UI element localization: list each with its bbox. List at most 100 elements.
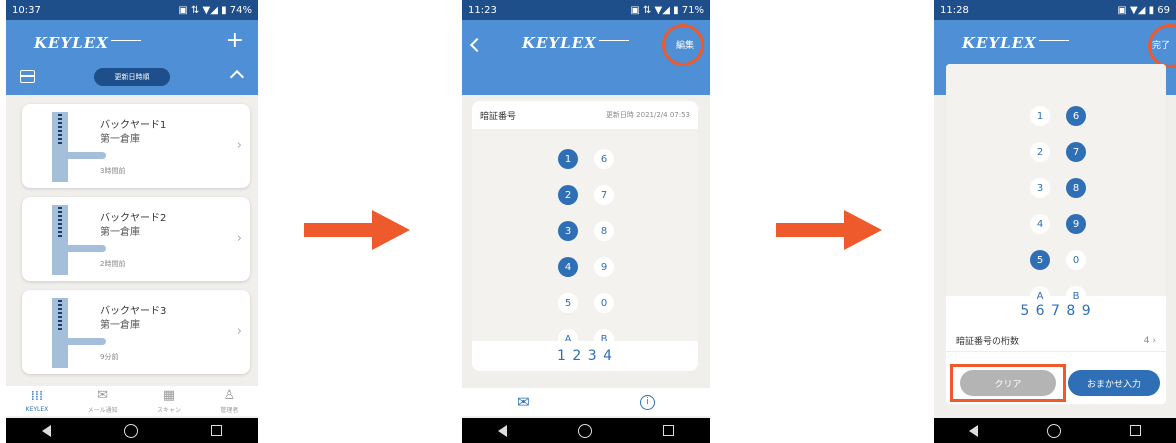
key-7: 7 bbox=[594, 185, 614, 205]
updated-timestamp: 更新日時 2021/2/4 07:53 bbox=[605, 111, 690, 119]
bottom-tab-bar: ⁞⁞⁞ KEYLEX ✉ メール通知 ▦ スキャン ♙ 管理者 bbox=[6, 386, 258, 416]
status-bar: 11:28 ▣ ▼◢ ▮ 69 bbox=[934, 0, 1176, 20]
clear-highlight-box bbox=[950, 364, 1066, 402]
status-bar: 11:23 ▣ ⇅ ▼◢ ▮ 71% bbox=[462, 0, 710, 20]
keypad: 1 6 2 7 3 8 4 9 5 0 A B bbox=[946, 64, 1166, 306]
door-lock-image bbox=[52, 205, 106, 275]
lock-name: バックヤード3 bbox=[100, 306, 167, 317]
key-6: 6 bbox=[594, 149, 614, 169]
status-time: 10:37 bbox=[12, 4, 41, 16]
app-header: KEYLEX + 更新日時順 bbox=[6, 20, 258, 95]
status-indicators: ▣ ▼◢ ▮ 69 bbox=[1117, 4, 1170, 16]
lock-card[interactable]: バックヤード1 第一倉庫 3時間前 › bbox=[22, 104, 250, 188]
qr-icon: ▦ bbox=[162, 387, 176, 403]
keypad: 1 6 2 7 3 8 4 9 5 0 A B bbox=[472, 129, 698, 349]
android-nav-bar bbox=[6, 418, 258, 443]
mail-icon: ✉ bbox=[97, 387, 109, 403]
key-1: 1 bbox=[558, 149, 578, 169]
key-0[interactable]: 0 bbox=[1066, 250, 1086, 270]
back-icon[interactable] bbox=[968, 424, 978, 437]
key-2: 2 bbox=[558, 185, 578, 205]
passcode-edit-card: 1 6 2 7 3 8 4 9 5 0 A B 5 6 7 8 9 暗証番号の桁… bbox=[946, 64, 1166, 404]
tab-scan[interactable]: ▦ スキャン bbox=[157, 387, 181, 414]
key-9[interactable]: 9 bbox=[1066, 214, 1086, 234]
auto-input-button[interactable]: おまかせ入力 bbox=[1068, 370, 1160, 396]
keylex-logo: KEYLEX bbox=[522, 34, 629, 52]
key-8: 8 bbox=[594, 221, 614, 241]
android-nav-bar bbox=[934, 418, 1176, 443]
screen-lock-list: 10:37 ▣ ⇅ ▼◢ ▮ 74% KEYLEX + 更新日時順 バックヤード… bbox=[6, 0, 258, 443]
recent-apps-icon[interactable] bbox=[210, 425, 222, 436]
key-3[interactable]: 3 bbox=[1030, 178, 1050, 198]
recent-apps-icon[interactable] bbox=[1130, 425, 1142, 436]
lock-updated: 2時間前 bbox=[100, 260, 126, 268]
key-4: 4 bbox=[558, 257, 578, 277]
flow-arrow bbox=[304, 210, 410, 250]
add-icon[interactable]: + bbox=[226, 28, 244, 53]
passcode-title: 暗証番号 bbox=[480, 111, 517, 122]
key-6[interactable]: 6 bbox=[1066, 106, 1086, 126]
screen-passcode-edit: 11:28 ▣ ▼◢ ▮ 69 KEYLEX 完了 1 6 2 7 3 8 4 … bbox=[934, 0, 1176, 443]
mail-icon[interactable]: ✉ bbox=[517, 393, 530, 411]
lock-updated: 3時間前 bbox=[100, 167, 126, 175]
lock-name: バックヤード1 bbox=[100, 120, 167, 131]
back-icon[interactable] bbox=[497, 424, 507, 437]
edit-highlight-circle bbox=[662, 24, 704, 66]
status-indicators: ▣ ⇅ ▼◢ ▮ 71% bbox=[630, 4, 704, 16]
screen-passcode-view: 11:23 ▣ ⇅ ▼◢ ▮ 71% KEYLEX 編集 暗証番号 更新日時 2… bbox=[462, 0, 710, 443]
key-3: 3 bbox=[558, 221, 578, 241]
dots-grid-icon: ⁞⁞⁞ bbox=[30, 388, 44, 404]
chevron-right-icon: › bbox=[236, 138, 242, 153]
passcode-display: 1 2 3 4 bbox=[472, 341, 698, 371]
back-chevron-icon[interactable] bbox=[469, 37, 485, 53]
sort-button[interactable]: 更新日時順 bbox=[94, 68, 170, 86]
lock-location: 第一倉庫 bbox=[100, 134, 140, 145]
list-view-icon[interactable] bbox=[20, 70, 35, 83]
home-icon[interactable] bbox=[123, 423, 138, 438]
door-lock-image bbox=[52, 112, 106, 182]
home-icon[interactable] bbox=[577, 423, 592, 438]
home-icon[interactable] bbox=[1046, 423, 1061, 438]
chevron-right-icon: › bbox=[236, 324, 242, 339]
lock-card[interactable]: バックヤード2 第一倉庫 2時間前 › bbox=[22, 197, 250, 281]
tab-admin[interactable]: ♙ 管理者 bbox=[220, 387, 238, 414]
bottom-action-bar: ✉ i bbox=[462, 388, 710, 416]
lock-updated: 9分前 bbox=[100, 353, 119, 361]
status-bar: 10:37 ▣ ⇅ ▼◢ ▮ 74% bbox=[6, 0, 258, 20]
lock-location: 第一倉庫 bbox=[100, 227, 140, 238]
lock-card[interactable]: バックヤード3 第一倉庫 9分前 › bbox=[22, 290, 250, 374]
key-7[interactable]: 7 bbox=[1066, 142, 1086, 162]
flow-arrow bbox=[776, 210, 882, 250]
key-5: 5 bbox=[558, 293, 578, 313]
key-0: 0 bbox=[594, 293, 614, 313]
collapse-chevron-icon[interactable] bbox=[229, 69, 245, 85]
passcode-card: 暗証番号 更新日時 2021/2/4 07:53 1 6 2 7 3 8 4 9… bbox=[472, 101, 698, 371]
key-8[interactable]: 8 bbox=[1066, 178, 1086, 198]
digit-count-value: 4 › bbox=[1143, 335, 1156, 346]
tab-mail[interactable]: ✉ メール通知 bbox=[88, 387, 118, 414]
tab-keylex[interactable]: ⁞⁞⁞ KEYLEX bbox=[26, 388, 49, 413]
key-5[interactable]: 5 bbox=[1030, 250, 1050, 270]
digit-count-row[interactable]: 暗証番号の桁数 4 › bbox=[946, 330, 1166, 352]
status-indicators: ▣ ⇅ ▼◢ ▮ 74% bbox=[178, 4, 252, 16]
lock-location: 第一倉庫 bbox=[100, 320, 140, 331]
key-4[interactable]: 4 bbox=[1030, 214, 1050, 234]
passcode-display: 5 6 7 8 9 bbox=[1020, 303, 1092, 319]
door-lock-image bbox=[52, 298, 106, 368]
status-time: 11:28 bbox=[940, 4, 969, 16]
person-icon: ♙ bbox=[223, 387, 236, 403]
keylex-logo: KEYLEX bbox=[962, 34, 1069, 52]
chevron-right-icon: › bbox=[236, 231, 242, 246]
info-icon[interactable]: i bbox=[639, 394, 655, 410]
key-9: 9 bbox=[594, 257, 614, 277]
lock-name: バックヤード2 bbox=[100, 213, 167, 224]
keylex-logo: KEYLEX bbox=[34, 34, 141, 52]
key-1[interactable]: 1 bbox=[1030, 106, 1050, 126]
android-nav-bar bbox=[462, 418, 710, 443]
key-2[interactable]: 2 bbox=[1030, 142, 1050, 162]
back-icon[interactable] bbox=[42, 424, 52, 437]
recent-apps-icon[interactable] bbox=[663, 425, 675, 436]
digit-count-label: 暗証番号の桁数 bbox=[956, 337, 1020, 347]
status-time: 11:23 bbox=[468, 4, 497, 16]
passcode-card-header: 暗証番号 更新日時 2021/2/4 07:53 bbox=[472, 101, 698, 129]
